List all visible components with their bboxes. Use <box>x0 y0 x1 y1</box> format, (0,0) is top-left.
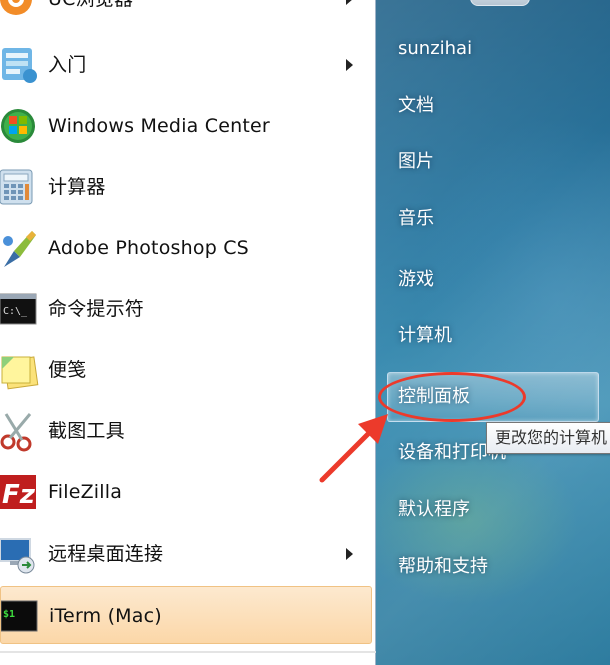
program-item-label: 远程桌面连接 <box>48 543 164 565</box>
svg-text:$1: $1 <box>3 609 15 620</box>
program-item-label: FileZilla <box>48 481 123 503</box>
program-item[interactable]: 远程桌面连接 <box>0 525 372 583</box>
program-item[interactable]: Adobe Photoshop CS <box>0 219 372 277</box>
program-item[interactable]: 便笺 <box>0 341 372 399</box>
program-item-label: iTerm (Mac) <box>49 605 162 627</box>
photoshop-icon <box>0 227 40 269</box>
getting-started-icon <box>0 44 40 86</box>
program-item-label: 入门 <box>48 54 87 76</box>
places-item[interactable]: 文档 <box>398 91 434 121</box>
annotation-ellipse <box>378 372 526 422</box>
start-menu-programs-pane: UC浏览器入门 Windows Media Center 计算器 Adobe Phot… <box>0 0 376 665</box>
snipping-tool-icon <box>0 410 40 452</box>
places-item[interactable]: 图片 <box>398 147 434 177</box>
windows-media-center-icon <box>0 105 40 147</box>
submenu-arrow-icon[interactable] <box>346 548 353 560</box>
places-item[interactable]: 计算机 <box>398 321 452 351</box>
annotation-arrow-icon <box>319 414 388 483</box>
program-item[interactable]: $1 iTerm (Mac) <box>0 586 372 644</box>
places-item[interactable]: 音乐 <box>398 204 434 234</box>
calculator-icon <box>0 166 40 208</box>
program-item[interactable]: Windows Media Center <box>0 97 372 155</box>
program-item-label: Adobe Photoshop CS <box>48 237 249 259</box>
filezilla-icon: Fz <box>0 471 40 513</box>
program-item-label: Windows Media Center <box>48 115 270 137</box>
program-item-label: 计算器 <box>48 176 106 198</box>
user-avatar[interactable] <box>470 0 530 6</box>
command-prompt-icon: C:\_ <box>0 288 40 330</box>
submenu-arrow-icon[interactable] <box>346 59 353 71</box>
places-item[interactable]: 默认程序 <box>398 495 470 525</box>
program-item[interactable]: 计算器 <box>0 158 372 216</box>
program-item-label: 截图工具 <box>48 420 125 442</box>
svg-text:C:\_: C:\_ <box>3 306 28 317</box>
program-item[interactable]: UC浏览器 <box>0 0 372 28</box>
program-item[interactable]: C:\_ 命令提示符 <box>0 280 372 338</box>
program-item-label: 命令提示符 <box>48 298 145 320</box>
program-item-label: UC浏览器 <box>48 0 133 28</box>
places-item[interactable]: 游戏 <box>398 265 434 295</box>
control-panel-tooltip: 更改您的计算机 <box>486 422 610 454</box>
program-item[interactable]: 截图工具 <box>0 402 372 460</box>
iterm-icon: $1 <box>0 595 41 637</box>
program-item-label: 便笺 <box>48 359 87 381</box>
remote-desktop-icon <box>0 533 40 575</box>
sticky-notes-icon <box>0 349 40 391</box>
program-item[interactable]: Fz FileZilla <box>0 463 372 521</box>
program-item[interactable]: 入门 <box>0 36 372 94</box>
svg-text:Fz: Fz <box>2 480 36 510</box>
places-item[interactable]: 帮助和支持 <box>398 552 488 582</box>
divider <box>0 651 376 653</box>
uc-browser-icon <box>0 0 40 20</box>
submenu-arrow-icon[interactable] <box>346 0 353 5</box>
user-name-link[interactable]: sunzihai <box>398 34 472 64</box>
